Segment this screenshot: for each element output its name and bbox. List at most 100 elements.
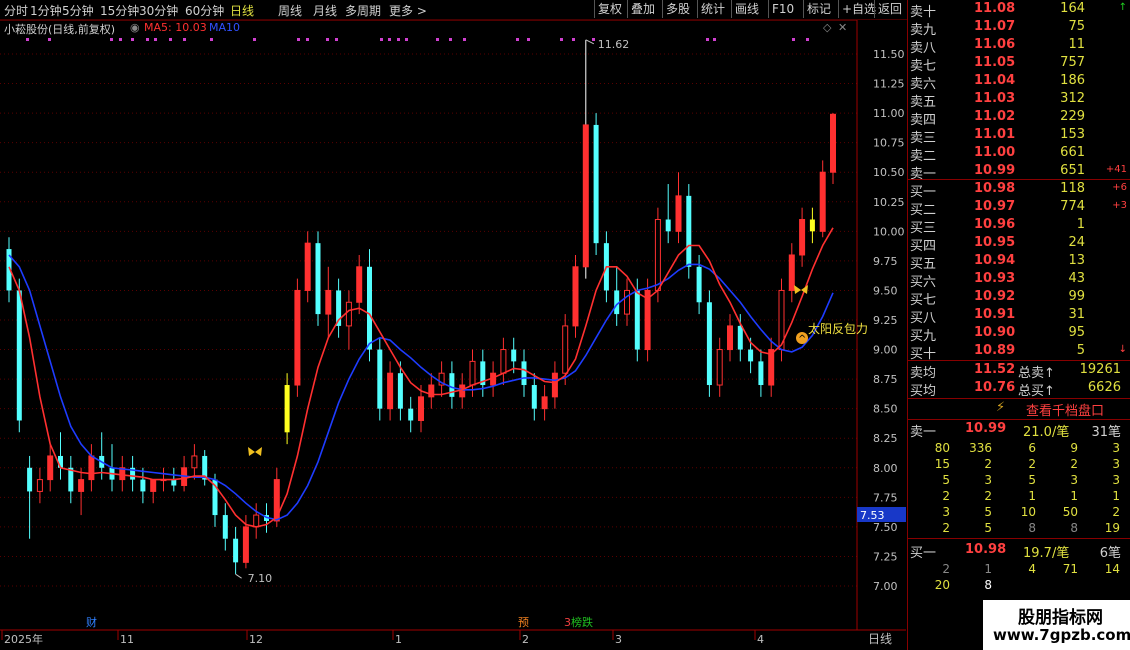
bids-row[interactable]: 买五 10.94 13 [908, 253, 1130, 272]
period-tab-4[interactable]: 30分钟 [139, 2, 178, 19]
tick-cell: 9 [1070, 441, 1078, 455]
candle-body [541, 396, 548, 410]
asks-row[interactable]: 卖七 11.05 757 [908, 55, 1130, 74]
signal-marker [792, 38, 795, 41]
asks-row[interactable]: 卖六 11.04 186 [908, 73, 1130, 92]
period-tab-7[interactable]: 周线 [278, 2, 302, 19]
candle-body [500, 349, 507, 374]
toolbar-button-4[interactable]: 画线 [731, 0, 762, 18]
asks-change: ↑ [1118, 2, 1127, 13]
asks-volume: 11 [1068, 37, 1085, 52]
bids-row[interactable]: 买八 10.91 31 [908, 307, 1130, 326]
toolbar-button-3[interactable]: 统计 [697, 0, 728, 18]
candle [284, 373, 290, 445]
candle [716, 337, 723, 397]
signal-marker [210, 38, 213, 41]
period-tab-3[interactable]: 15分钟 [100, 2, 139, 19]
signal-marker [592, 38, 595, 41]
candle [304, 231, 311, 303]
bids-row[interactable]: 买七 10.92 99 [908, 289, 1130, 308]
signal-marker [326, 38, 329, 41]
tick-cell: 2 [942, 521, 950, 535]
period-tab-5[interactable]: 60分钟 [185, 2, 224, 19]
tick-cell: 14 [1104, 562, 1120, 576]
asks-label: 卖六 [910, 77, 937, 92]
signal-text: 太阳反包力 [808, 321, 868, 336]
toolbar-button-6[interactable]: 标记 [803, 0, 834, 18]
period-tab-6[interactable]: 日线 [230, 2, 254, 19]
tick-cell: 6 [1028, 441, 1036, 455]
candle [27, 455, 33, 539]
bids-price: 10.92 [974, 289, 1016, 304]
tick-cell: 20 [934, 578, 950, 592]
candle-body [748, 349, 754, 362]
toolbar-button-5[interactable]: F10 [768, 0, 797, 18]
period-tab-10[interactable]: 更多 > [389, 2, 427, 19]
candle-body [521, 361, 527, 386]
candle-body [397, 373, 403, 409]
toolbar-button-0[interactable]: 复权 [594, 0, 625, 18]
sell-tick-row: 3 5 10 50 2 [908, 505, 1130, 521]
candle-body [16, 290, 22, 421]
toolbar-button-7[interactable]: +自选 [838, 0, 879, 18]
bids-row[interactable]: 买六 10.93 43 [908, 271, 1130, 290]
bids-label: 买九 [910, 329, 937, 344]
signal-marker [306, 38, 309, 41]
lightning-icon: ⚡ [996, 400, 1006, 415]
asks-row[interactable]: 卖八 11.06 11 [908, 37, 1130, 56]
tick-cell: 2 [1070, 457, 1078, 471]
period-tab-0[interactable]: 分时 [4, 2, 28, 19]
period-tab-8[interactable]: 月线 [313, 2, 337, 19]
candle-body [367, 266, 372, 350]
asks-row[interactable]: 卖九 11.07 75 [908, 19, 1130, 38]
signal-marker [131, 38, 134, 41]
asks-row[interactable]: 卖二 11.00 661 [908, 145, 1130, 164]
candle-body [418, 396, 424, 421]
diamond-icon[interactable]: ◇ [823, 21, 831, 34]
candle-body [788, 254, 795, 291]
signal-marker [436, 38, 439, 41]
avg-sell: 卖均 11.52 总卖↑ 19261 [908, 362, 1130, 381]
signal-marker [380, 38, 383, 41]
bids-row[interactable]: 买三 10.96 1 [908, 217, 1130, 236]
view-thousand-button[interactable]: 查看千档盘口 [1026, 400, 1104, 419]
candle-body [706, 302, 712, 386]
asks-row[interactable]: 卖十 11.08 164 ↑ [908, 1, 1130, 20]
candle [665, 184, 671, 244]
tick-cell: 3 [984, 473, 992, 487]
separator [908, 360, 1130, 361]
toolbar-button-8[interactable]: 返回 [874, 0, 905, 18]
bids-row[interactable]: 买一 10.98 118 +6 [908, 181, 1130, 200]
bids-row[interactable]: 买四 10.95 24 [908, 235, 1130, 254]
date-label: 11 [120, 633, 134, 646]
period-tab-2[interactable]: 5分钟 [62, 2, 94, 19]
candle [531, 373, 537, 421]
buy-tick-row: 20 8 [908, 578, 1130, 594]
candle-body [345, 301, 352, 327]
asks-row[interactable]: 卖五 11.03 312 [908, 91, 1130, 110]
toolbar-button-2[interactable]: 多股 [662, 0, 693, 18]
bids-row[interactable]: 买十 10.89 5 ↓ [908, 343, 1130, 362]
period-tab-1[interactable]: 1分钟 [30, 2, 62, 19]
candle [325, 266, 332, 338]
bids-price: 10.98 [974, 181, 1016, 196]
asks-price: 11.07 [974, 19, 1016, 34]
y-tick-label: 7.00 [873, 580, 898, 593]
period-tab-9[interactable]: 多周期 [345, 2, 381, 19]
bids-row[interactable]: 买九 10.90 95 [908, 325, 1130, 344]
y-tick-label: 10.75 [873, 137, 905, 150]
toolbar-button-1[interactable]: 叠加 [627, 0, 658, 18]
chart-options-icon[interactable]: ◉ [130, 21, 140, 34]
asks-row[interactable]: 卖四 11.02 229 [908, 109, 1130, 128]
kline-chart[interactable]: 11.50 11.25 11.00 10.75 10.50 10.25 10.00 9.75 9… [0, 20, 906, 650]
signal-marker [183, 38, 186, 41]
candle [191, 444, 198, 480]
y-tick-label: 8.00 [873, 462, 898, 475]
asks-volume: 312 [1060, 91, 1085, 106]
asks-row[interactable]: 卖三 11.01 153 [908, 127, 1130, 146]
candle [336, 278, 342, 338]
close-icon[interactable]: ✕ [838, 21, 847, 34]
bids-row[interactable]: 买二 10.97 774 +3 [908, 199, 1130, 218]
avg-buy-label: 买均 [910, 384, 937, 399]
asks-volume: 651 [1060, 163, 1085, 178]
